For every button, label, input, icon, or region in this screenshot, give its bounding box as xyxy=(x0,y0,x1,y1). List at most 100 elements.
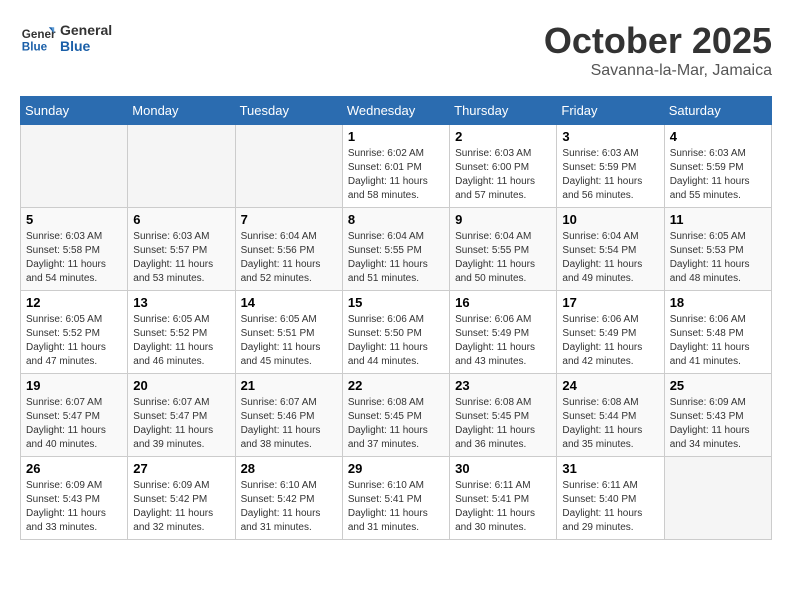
day-of-week-header: Wednesday xyxy=(342,97,449,125)
day-info: Sunrise: 6:06 AMSunset: 5:48 PMDaylight:… xyxy=(670,313,766,369)
day-number: 7 xyxy=(241,212,337,227)
calendar-day-cell xyxy=(235,125,342,208)
day-number: 15 xyxy=(348,295,444,310)
day-number: 9 xyxy=(455,212,551,227)
day-info: Sunrise: 6:10 AMSunset: 5:41 PMDaylight:… xyxy=(348,479,444,535)
day-number: 23 xyxy=(455,378,551,393)
calendar-day-cell: 13Sunrise: 6:05 AMSunset: 5:52 PMDayligh… xyxy=(128,291,235,374)
month-title: October 2025 xyxy=(544,20,772,62)
calendar-day-cell: 25 Sunrise: 6:09 AMSunset: 5:43 PMDayligh… xyxy=(664,374,771,457)
day-of-week-header: Monday xyxy=(128,97,235,125)
day-info: Sunrise: 6:03 AMSunset: 5:59 PMDaylight:… xyxy=(562,147,658,203)
day-info: Sunrise: 6:11 AMSunset: 5:41 PMDaylight:… xyxy=(455,479,551,535)
day-info: Sunrise: 6:03 AMSunset: 5:59 PMDaylight:… xyxy=(670,147,766,203)
calendar-table: SundayMondayTuesdayWednesdayThursdayFrid… xyxy=(20,96,772,540)
calendar-day-cell: 31 Sunrise: 6:11 AMSunset: 5:40 PMDayligh… xyxy=(557,457,664,540)
calendar-day-cell: 30 Sunrise: 6:11 AMSunset: 5:41 PMDayligh… xyxy=(450,457,557,540)
calendar-day-cell xyxy=(21,125,128,208)
calendar-day-cell xyxy=(128,125,235,208)
location-subtitle: Savanna-la-Mar, Jamaica xyxy=(544,62,772,80)
calendar-day-cell: 9 Sunrise: 6:04 AMSunset: 5:55 PMDaylight… xyxy=(450,208,557,291)
day-number: 17 xyxy=(562,295,658,310)
day-info: Sunrise: 6:09 AMSunset: 5:43 PMDaylight:… xyxy=(670,396,766,452)
day-number: 4 xyxy=(670,129,766,144)
calendar-day-cell: 19Sunrise: 6:07 AMSunset: 5:47 PMDayligh… xyxy=(21,374,128,457)
day-info: Sunrise: 6:06 AMSunset: 5:49 PMDaylight:… xyxy=(455,313,551,369)
day-info: Sunrise: 6:08 AMSunset: 5:44 PMDaylight:… xyxy=(562,396,658,452)
calendar-week-row: 1 Sunrise: 6:02 AMSunset: 6:01 PMDaylight… xyxy=(21,125,772,208)
svg-text:Blue: Blue xyxy=(22,41,48,54)
page-header: General Blue General Blue October 2025 S… xyxy=(20,20,772,80)
day-number: 2 xyxy=(455,129,551,144)
calendar-day-cell: 2Sunrise: 6:03 AMSunset: 6:00 PMDaylight… xyxy=(450,125,557,208)
calendar-day-cell: 28 Sunrise: 6:10 AMSunset: 5:42 PMDayligh… xyxy=(235,457,342,540)
title-block: October 2025 Savanna-la-Mar, Jamaica xyxy=(544,20,772,80)
day-info: Sunrise: 6:09 AMSunset: 5:43 PMDaylight:… xyxy=(26,479,122,535)
day-info: Sunrise: 6:05 AMSunset: 5:51 PMDaylight:… xyxy=(241,313,337,369)
day-number: 10 xyxy=(562,212,658,227)
day-of-week-header: Friday xyxy=(557,97,664,125)
day-number: 24 xyxy=(562,378,658,393)
calendar-week-row: 26 Sunrise: 6:09 AMSunset: 5:43 PMDayligh… xyxy=(21,457,772,540)
day-of-week-header: Sunday xyxy=(21,97,128,125)
day-number: 12 xyxy=(26,295,122,310)
day-info: Sunrise: 6:11 AMSunset: 5:40 PMDaylight:… xyxy=(562,479,658,535)
day-info: Sunrise: 6:03 AMSunset: 5:57 PMDaylight:… xyxy=(133,230,229,286)
day-number: 20 xyxy=(133,378,229,393)
day-info: Sunrise: 6:03 AMSunset: 5:58 PMDaylight:… xyxy=(26,230,122,286)
calendar-day-cell: 7 Sunrise: 6:04 AMSunset: 5:56 PMDaylight… xyxy=(235,208,342,291)
calendar-week-row: 19 Sunrise: 6:07 AMSunset: 5:47 PMDayligh… xyxy=(21,374,772,457)
logo-general: General xyxy=(60,22,112,38)
day-number: 31 xyxy=(562,461,658,476)
day-number: 11 xyxy=(670,212,766,227)
calendar-day-cell: 20 Sunrise: 6:07 AMSunset: 5:47 PMDayligh… xyxy=(128,374,235,457)
day-number: 21 xyxy=(241,378,337,393)
logo: General Blue General Blue xyxy=(20,20,112,56)
calendar-day-cell: 8Sunrise: 6:04 AMSunset: 5:55 PMDaylight… xyxy=(342,208,449,291)
logo-icon: General Blue xyxy=(20,20,56,56)
calendar-day-cell: 1 Sunrise: 6:02 AMSunset: 6:01 PMDaylight… xyxy=(342,125,449,208)
day-number: 25 xyxy=(670,378,766,393)
day-number: 6 xyxy=(133,212,229,227)
day-number: 29 xyxy=(348,461,444,476)
calendar-day-cell: 14 Sunrise: 6:05 AMSunset: 5:51 PMDayligh… xyxy=(235,291,342,374)
day-info: Sunrise: 6:04 AMSunset: 5:54 PMDaylight:… xyxy=(562,230,658,286)
day-number: 1 xyxy=(348,129,444,144)
calendar-day-cell: 12 Sunrise: 6:05 AMSunset: 5:52 PMDayligh… xyxy=(21,291,128,374)
day-number: 28 xyxy=(241,461,337,476)
day-info: Sunrise: 6:10 AMSunset: 5:42 PMDaylight:… xyxy=(241,479,337,535)
day-number: 18 xyxy=(670,295,766,310)
calendar-day-cell: 27Sunrise: 6:09 AMSunset: 5:42 PMDayligh… xyxy=(128,457,235,540)
calendar-day-cell: 6 Sunrise: 6:03 AMSunset: 5:57 PMDaylight… xyxy=(128,208,235,291)
svg-text:General: General xyxy=(22,28,56,41)
calendar-day-cell: 23 Sunrise: 6:08 AMSunset: 5:45 PMDayligh… xyxy=(450,374,557,457)
calendar-day-cell: 26 Sunrise: 6:09 AMSunset: 5:43 PMDayligh… xyxy=(21,457,128,540)
day-info: Sunrise: 6:04 AMSunset: 5:55 PMDaylight:… xyxy=(348,230,444,286)
day-info: Sunrise: 6:05 AMSunset: 5:53 PMDaylight:… xyxy=(670,230,766,286)
day-info: Sunrise: 6:06 AMSunset: 5:50 PMDaylight:… xyxy=(348,313,444,369)
logo-blue: Blue xyxy=(60,38,112,54)
day-info: Sunrise: 6:04 AMSunset: 5:55 PMDaylight:… xyxy=(455,230,551,286)
day-info: Sunrise: 6:07 AMSunset: 5:46 PMDaylight:… xyxy=(241,396,337,452)
calendar-day-cell: 4 Sunrise: 6:03 AMSunset: 5:59 PMDaylight… xyxy=(664,125,771,208)
day-info: Sunrise: 6:04 AMSunset: 5:56 PMDaylight:… xyxy=(241,230,337,286)
day-number: 19 xyxy=(26,378,122,393)
day-of-week-header: Thursday xyxy=(450,97,557,125)
day-number: 26 xyxy=(26,461,122,476)
calendar-week-row: 5Sunrise: 6:03 AMSunset: 5:58 PMDaylight… xyxy=(21,208,772,291)
day-info: Sunrise: 6:06 AMSunset: 5:49 PMDaylight:… xyxy=(562,313,658,369)
calendar-header-row: SundayMondayTuesdayWednesdayThursdayFrid… xyxy=(21,97,772,125)
day-number: 14 xyxy=(241,295,337,310)
day-info: Sunrise: 6:05 AMSunset: 5:52 PMDaylight:… xyxy=(26,313,122,369)
day-info: Sunrise: 6:08 AMSunset: 5:45 PMDaylight:… xyxy=(348,396,444,452)
calendar-day-cell: 22 Sunrise: 6:08 AMSunset: 5:45 PMDayligh… xyxy=(342,374,449,457)
day-of-week-header: Tuesday xyxy=(235,97,342,125)
day-info: Sunrise: 6:08 AMSunset: 5:45 PMDaylight:… xyxy=(455,396,551,452)
calendar-day-cell: 5Sunrise: 6:03 AMSunset: 5:58 PMDaylight… xyxy=(21,208,128,291)
day-info: Sunrise: 6:07 AMSunset: 5:47 PMDaylight:… xyxy=(133,396,229,452)
day-info: Sunrise: 6:02 AMSunset: 6:01 PMDaylight:… xyxy=(348,147,444,203)
calendar-day-cell: 15 Sunrise: 6:06 AMSunset: 5:50 PMDayligh… xyxy=(342,291,449,374)
day-number: 22 xyxy=(348,378,444,393)
day-number: 30 xyxy=(455,461,551,476)
calendar-day-cell: 18 Sunrise: 6:06 AMSunset: 5:48 PMDayligh… xyxy=(664,291,771,374)
